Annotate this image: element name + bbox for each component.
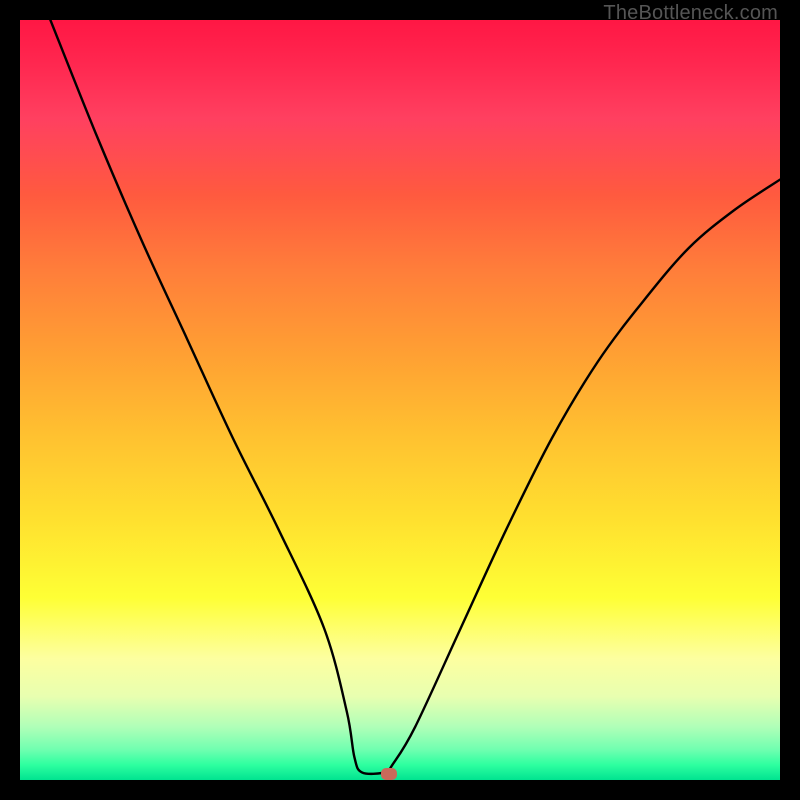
chart-container: TheBottleneck.com [0,0,800,800]
curve-svg [20,20,780,780]
bottleneck-curve [50,20,780,774]
watermark-text: TheBottleneck.com [603,2,778,25]
optimal-point-marker [381,768,397,780]
plot-area [20,20,780,780]
